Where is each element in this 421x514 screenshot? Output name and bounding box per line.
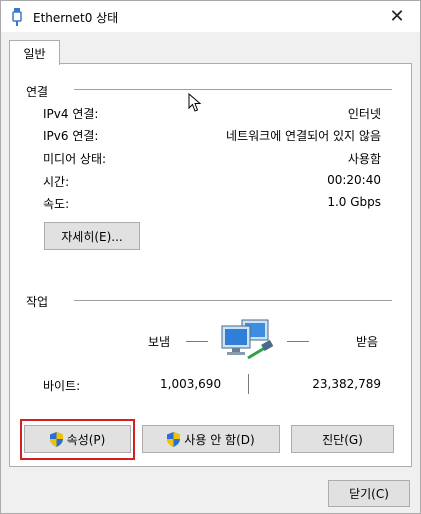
bytes-received-value: 23,382,789: [312, 377, 381, 391]
bytes-divider: [248, 374, 249, 394]
speed-value: 1.0 Gbps: [327, 195, 381, 209]
close-window-button[interactable]: ✕: [374, 1, 420, 32]
diagnose-button[interactable]: 진단(G): [291, 425, 394, 453]
received-label: 받음: [356, 335, 379, 349]
diagnose-button-label: 진단(G): [322, 432, 363, 447]
status-window: Ethernet0 상태 ✕ 일반 연결 IPv4 연결: 인터넷 IPv6 연…: [0, 0, 421, 514]
sent-label: 보냄: [148, 335, 171, 349]
close-button-label: 닫기(C): [349, 487, 389, 501]
ethernet-icon: [12, 8, 22, 26]
disable-button[interactable]: 사용 안 함(D): [142, 425, 280, 453]
media-state-value: 사용함: [347, 152, 381, 166]
connection-heading: 연결: [26, 85, 49, 99]
duration-label: 시간:: [43, 175, 70, 189]
ipv6-value: 네트워크에 연결되어 있지 않음: [226, 129, 381, 143]
properties-button-label: 속성(P): [66, 432, 106, 447]
bytes-sent-value: 1,003,690: [160, 377, 222, 391]
tab-general[interactable]: 일반: [9, 40, 60, 65]
sent-dash: [186, 341, 208, 342]
media-state-label: 미디어 상태:: [43, 152, 107, 166]
title-bar: Ethernet0 상태 ✕: [1, 1, 420, 32]
bytes-label: 바이트:: [43, 379, 81, 393]
ipv6-label: IPv6 연결:: [43, 129, 99, 143]
activity-heading: 작업: [26, 295, 49, 309]
uac-shield-icon: [167, 431, 181, 447]
details-button-label: 자세히(E)...: [61, 229, 123, 244]
properties-button[interactable]: 속성(P): [24, 425, 131, 453]
uac-shield-icon: [49, 431, 63, 447]
duration-value: 00:20:40: [327, 173, 381, 187]
window-title: Ethernet0 상태: [33, 11, 119, 25]
general-panel: 연결 IPv4 연결: 인터넷 IPv6 연결: 네트워크에 연결되어 있지 않…: [9, 63, 412, 467]
received-dash: [287, 341, 309, 342]
ipv4-label: IPv4 연결:: [43, 107, 99, 121]
ipv4-value: 인터넷: [347, 107, 381, 121]
mouse-cursor-icon: [188, 93, 202, 112]
details-button[interactable]: 자세히(E)...: [44, 222, 140, 250]
section-divider: [74, 89, 392, 90]
disable-button-label: 사용 안 함(D): [184, 432, 255, 447]
network-computers-icon: [221, 319, 274, 360]
speed-label: 속도:: [43, 197, 70, 211]
section-divider: [74, 300, 392, 301]
close-button[interactable]: 닫기(C): [328, 480, 410, 507]
